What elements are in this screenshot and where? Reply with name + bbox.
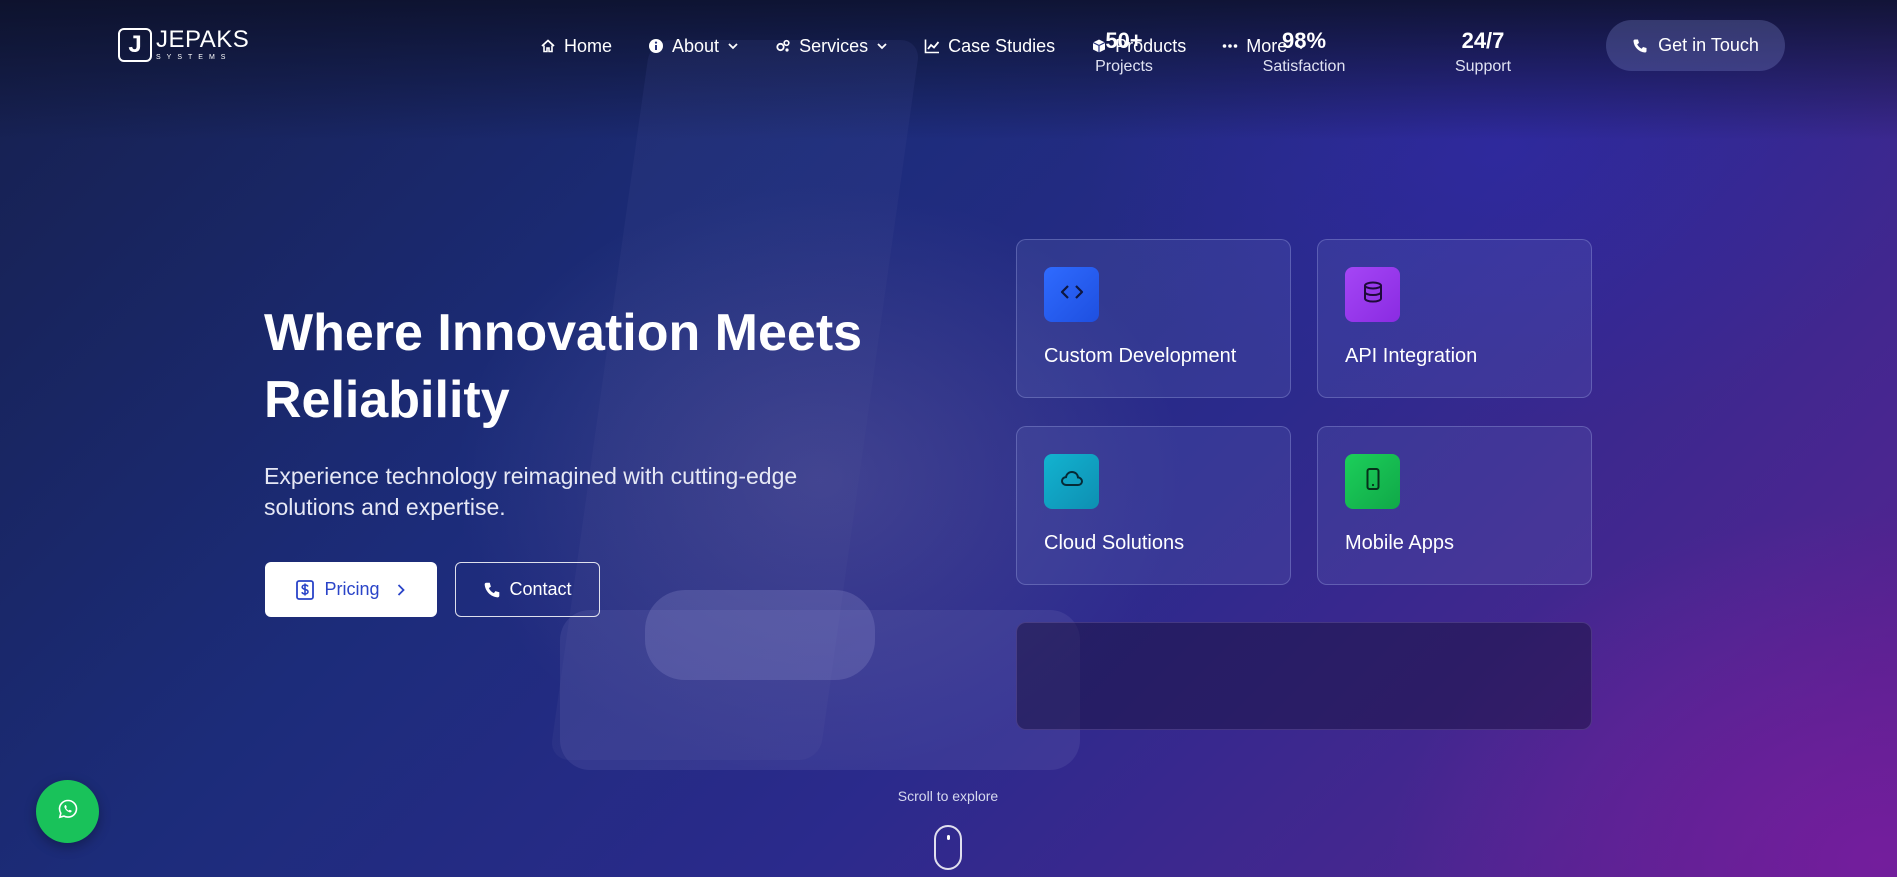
- service-badge: [1044, 454, 1099, 509]
- logo-tagline: SYSTEMS: [156, 54, 232, 61]
- service-badge: [1345, 454, 1400, 509]
- pricing-button[interactable]: Pricing: [265, 562, 437, 617]
- logo-mark: J: [118, 28, 152, 62]
- mobile-icon: [1360, 466, 1386, 497]
- stat-value: 98%: [1281, 28, 1327, 53]
- nav-item-case-studies[interactable]: Case Studies: [924, 36, 1055, 57]
- gears-icon: [775, 38, 791, 54]
- stat-value: 50+: [1105, 28, 1143, 53]
- service-label: Custom Development: [1044, 345, 1237, 367]
- hero-subtitle: Experience technology reimagined with cu…: [264, 461, 864, 523]
- cloud-icon: [1059, 466, 1085, 497]
- info-icon: [648, 38, 664, 54]
- code-icon: [1059, 279, 1085, 310]
- background-photo-earbuds: [645, 590, 875, 680]
- nav-item-label: Case Studies: [948, 35, 1056, 56]
- service-label: Cloud Solutions: [1044, 532, 1185, 554]
- mouse-wheel: [947, 835, 950, 840]
- home-icon: [540, 38, 556, 54]
- nav-item-home[interactable]: Home: [540, 36, 612, 57]
- hero-title: Where Innovation Meets Reliability: [264, 300, 944, 434]
- dollar-sign-icon: [294, 579, 316, 601]
- hero-title-line1: Where Innovation Meets: [264, 304, 863, 362]
- stat-caption: Projects: [1095, 58, 1153, 75]
- stat-caption: Satisfaction: [1262, 58, 1346, 75]
- logo-text: JEPAKS SYSTEMS: [156, 28, 249, 62]
- logo-name: JEPAKS: [156, 26, 250, 53]
- phone-icon: [1632, 38, 1648, 54]
- background-photo-base: [560, 610, 1080, 770]
- pricing-label: Pricing: [324, 579, 380, 599]
- service-label: Mobile Apps: [1345, 532, 1454, 554]
- service-badge: [1044, 267, 1099, 322]
- top-navigation: J JEPAKS SYSTEMS Home About Services Cas…: [0, 0, 1897, 92]
- chevron-right-icon: [394, 583, 408, 597]
- hero-subtitle-line1: Experience technology reimagined with cu…: [264, 463, 798, 489]
- phone-icon: [483, 581, 501, 599]
- stat-value: 24/7: [1461, 28, 1505, 53]
- stat-caption: Support: [1454, 58, 1512, 75]
- logo[interactable]: J JEPAKS SYSTEMS: [118, 28, 249, 62]
- get-in-touch-label: Get in Touch: [1658, 35, 1759, 55]
- scroll-hint: Scroll to explore: [897, 788, 999, 804]
- mouse-scroll-icon[interactable]: [934, 825, 962, 870]
- stat-projects: 50+ Projects: [1054, 28, 1194, 78]
- stat-satisfaction: 98% Satisfaction: [1234, 28, 1374, 78]
- get-in-touch-button[interactable]: Get in Touch: [1606, 20, 1785, 71]
- nav-item-label: About: [672, 35, 720, 56]
- hero-subtitle-line2: solutions and expertise.: [264, 494, 506, 520]
- service-label: API Integration: [1345, 345, 1478, 367]
- nav-item-services[interactable]: Services: [775, 36, 888, 57]
- service-card-api-integration[interactable]: API Integration: [1317, 239, 1592, 398]
- nav-item-label: Services: [799, 35, 869, 56]
- chart-line-icon: [924, 38, 940, 54]
- nav-item-about[interactable]: About: [648, 36, 739, 57]
- chevron-down-icon: [876, 40, 888, 52]
- service-card-custom-development[interactable]: Custom Development: [1016, 239, 1291, 398]
- service-card-mobile-apps[interactable]: Mobile Apps: [1317, 426, 1592, 585]
- stats-panel: [1016, 622, 1592, 730]
- contact-label: Contact: [509, 579, 572, 599]
- database-icon: [1360, 279, 1386, 310]
- service-badge: [1345, 267, 1400, 322]
- stat-support: 24/7 Support: [1413, 28, 1553, 78]
- chevron-down-icon: [727, 40, 739, 52]
- hero-title-line2: Reliability: [264, 371, 510, 429]
- whatsapp-icon: [57, 798, 79, 825]
- whatsapp-button[interactable]: [36, 780, 99, 843]
- nav-item-label: Home: [564, 35, 613, 56]
- contact-button[interactable]: Contact: [455, 562, 600, 617]
- service-card-cloud-solutions[interactable]: Cloud Solutions: [1016, 426, 1291, 585]
